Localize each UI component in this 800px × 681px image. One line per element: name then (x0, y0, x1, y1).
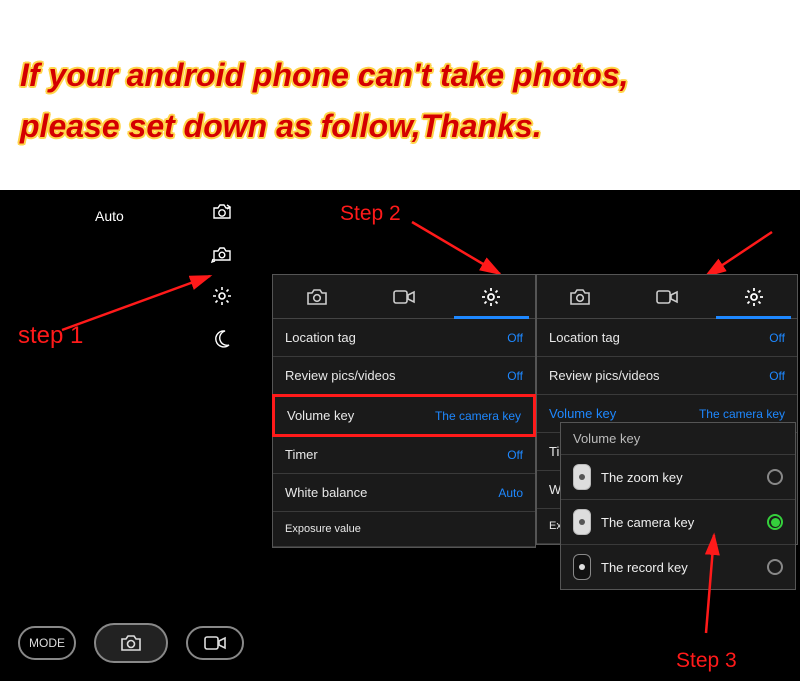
shutter-button[interactable] (94, 623, 168, 663)
camera-key-icon (573, 509, 591, 535)
tab-photo[interactable] (273, 275, 360, 318)
settings-tabs (273, 275, 535, 319)
label: Review pics/videos (549, 368, 660, 383)
value: Off (769, 369, 785, 383)
video-icon (656, 290, 678, 304)
label: Volume key (287, 408, 354, 423)
zoom-key-icon (573, 464, 591, 490)
camera-icon (120, 634, 142, 652)
radio-selected[interactable] (767, 514, 783, 530)
gear-icon (481, 287, 501, 307)
label: Location tag (285, 330, 356, 345)
camera-bottom-bar: MODE (18, 623, 244, 663)
value: Off (507, 448, 523, 462)
camera-viewfinder: Auto step 1 MODE (0, 190, 260, 681)
settings-panel-step2: Location tag Off Review pics/videos Off Vo… (272, 274, 536, 548)
label: Exposure value (285, 523, 361, 535)
settings-tabs (537, 275, 797, 319)
value: Off (769, 331, 785, 345)
value: Off (507, 369, 523, 383)
video-icon (204, 636, 226, 650)
tab-video[interactable] (360, 275, 447, 318)
value: The camera key (435, 409, 521, 423)
value: Auto (498, 486, 523, 500)
row-timer[interactable]: Timer Off (273, 436, 535, 474)
row-white-balance[interactable]: White balance Auto (273, 474, 535, 512)
record-key-icon (573, 554, 591, 580)
tab-settings[interactable] (448, 275, 535, 318)
label: White balance (285, 485, 367, 500)
instruction-line-2: please set down as follow,Thanks. (20, 101, 780, 152)
row-exposure-truncated[interactable]: Exposure value (273, 512, 535, 547)
row-location-tag[interactable]: Location tag Off (537, 319, 797, 357)
radio-unselected[interactable] (767, 469, 783, 485)
instruction-line-1: If your android phone can't take photos, (20, 50, 780, 101)
quick-share-icon[interactable] (210, 242, 234, 266)
step2-annotation: Step 2 (340, 202, 401, 226)
label: Location tag (549, 330, 620, 345)
label: Review pics/videos (285, 368, 396, 383)
switch-camera-icon[interactable] (210, 200, 234, 224)
row-volume-key-highlighted[interactable]: Volume key The camera key (272, 394, 536, 437)
mode-label: MODE (29, 636, 65, 650)
value: The camera key (699, 407, 785, 421)
gear-icon (744, 287, 764, 307)
option-zoom-key[interactable]: The zoom key (561, 455, 795, 500)
row-location-tag[interactable]: Location tag Off (273, 319, 535, 357)
mode-button[interactable]: MODE (18, 626, 76, 660)
row-review-pics[interactable]: Review pics/videos Off (537, 357, 797, 395)
option-label: The camera key (601, 515, 694, 530)
tab-photo[interactable] (537, 275, 624, 318)
label: Timer (285, 447, 318, 462)
tab-video[interactable] (624, 275, 711, 318)
phone-screenshot-composite: Auto step 1 MODE (0, 190, 800, 681)
step3-annotation: Step 3 (676, 649, 737, 673)
label: Volume key (549, 406, 616, 421)
auto-mode-label: Auto (95, 208, 124, 224)
video-icon (393, 290, 415, 304)
record-button[interactable] (186, 626, 244, 660)
instruction-text: If your android phone can't take photos,… (0, 0, 800, 182)
option-label: The zoom key (601, 470, 683, 485)
popup-title: Volume key (561, 423, 795, 455)
camera-icon (306, 288, 328, 306)
radio-unselected[interactable] (767, 559, 783, 575)
tab-settings[interactable] (710, 275, 797, 318)
value: Off (507, 331, 523, 345)
camera-icon (569, 288, 591, 306)
row-review-pics[interactable]: Review pics/videos Off (273, 357, 535, 395)
